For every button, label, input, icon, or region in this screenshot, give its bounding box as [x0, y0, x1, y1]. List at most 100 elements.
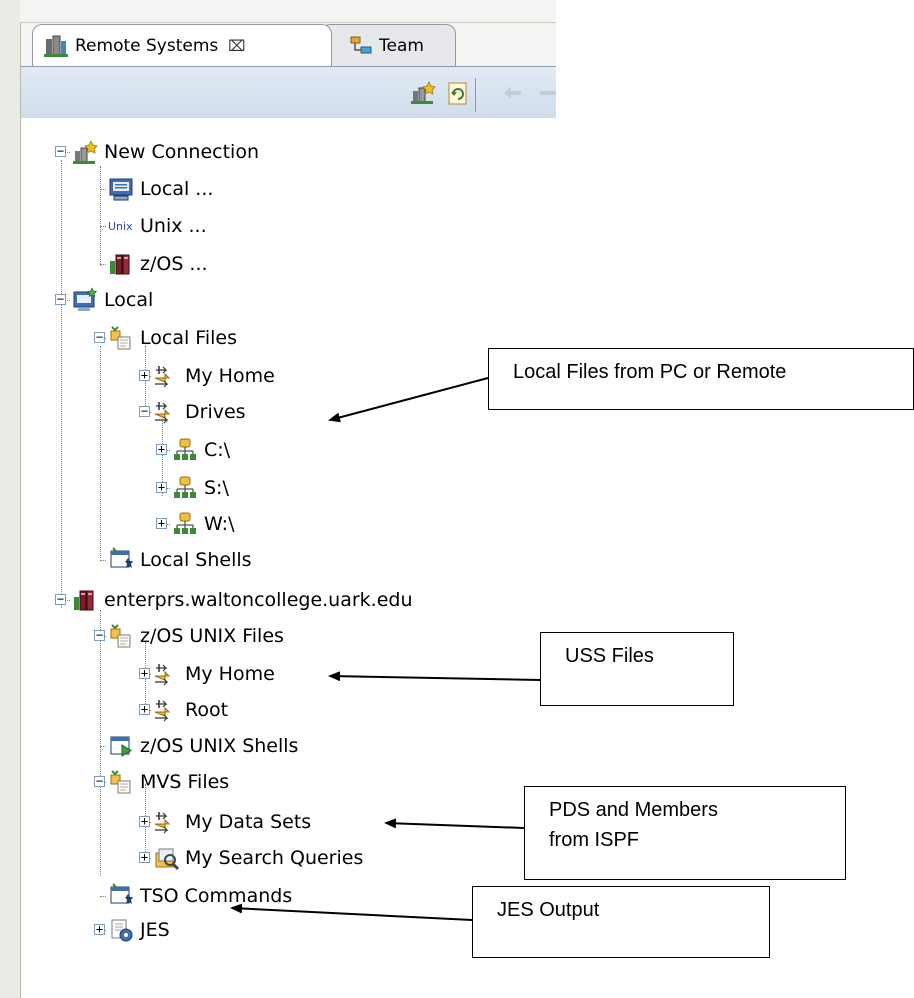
- tree-connector: [100, 560, 106, 561]
- tree-item-label: My Data Sets: [185, 811, 312, 833]
- tab-team[interactable]: Team: [320, 24, 456, 66]
- remote-systems-view: Remote Systems ⌧ Team − New Connection L…: [0, 0, 556, 998]
- monitor-icon: [109, 178, 133, 201]
- expand-icon[interactable]: +: [156, 443, 167, 455]
- expand-icon[interactable]: +: [139, 815, 150, 827]
- callout-pds-members: PDS and Members from ISPF: [524, 786, 846, 880]
- unix-icon: Unix: [108, 219, 133, 233]
- tree-item[interactable]: enterprs.waltoncollege.uark.edu: [72, 582, 413, 618]
- tree-connector: [100, 746, 106, 747]
- mainframe-icon: [74, 590, 94, 611]
- tree-item-label: Local: [104, 289, 154, 311]
- files-subsystem-icon: [110, 326, 131, 350]
- remote-systems-icon: [44, 35, 68, 57]
- forward-arrow-icon[interactable]: [540, 80, 556, 106]
- close-icon[interactable]: ⌧: [228, 37, 245, 55]
- tree-connector: [100, 226, 106, 227]
- callout-jes-output: JES Output: [472, 886, 770, 958]
- tree-item-label: S:\: [204, 477, 229, 499]
- tree-item-label: W:\: [204, 513, 235, 535]
- tree-item[interactable]: Unix Unix ...: [108, 208, 207, 244]
- new-connection-button-icon[interactable]: [410, 80, 436, 106]
- drive-icon: [174, 476, 196, 498]
- top-strip: [20, 0, 556, 23]
- files-subsystem-icon: [110, 770, 131, 794]
- expand-icon[interactable]: +: [94, 923, 105, 935]
- drive-icon: [174, 438, 196, 460]
- callout-uss-files: USS Files: [540, 632, 734, 706]
- filter-icon: [154, 402, 171, 424]
- filter-icon: [154, 664, 171, 686]
- expand-icon[interactable]: +: [139, 667, 150, 679]
- expand-icon[interactable]: +: [139, 369, 150, 381]
- team-icon: [350, 36, 372, 53]
- tree-item-label: z/OS UNIX Files: [140, 625, 284, 647]
- tree-item[interactable]: My Data Sets: [153, 804, 311, 840]
- tree-item-label: MVS Files: [140, 771, 230, 793]
- unix-shells-icon: [110, 736, 132, 757]
- tree-item-label: My Search Queries: [185, 847, 364, 869]
- expand-icon[interactable]: +: [139, 703, 150, 715]
- tree-item[interactable]: MVS Files: [108, 764, 229, 800]
- collapse-icon[interactable]: −: [94, 775, 105, 787]
- shells-icon: [110, 883, 133, 904]
- tree-item[interactable]: W:\: [172, 506, 234, 542]
- tree-item-label: Drives: [185, 401, 246, 423]
- tree-item[interactable]: My Home: [153, 656, 275, 692]
- tree-item-label: TSO Commands: [140, 885, 293, 907]
- tree-item-label: Local ...: [140, 178, 214, 200]
- tree-item[interactable]: Root: [153, 692, 228, 728]
- tree-item[interactable]: JES: [108, 912, 170, 948]
- tree-item-label: Root: [185, 699, 229, 721]
- expand-icon[interactable]: +: [139, 851, 150, 863]
- collapse-icon[interactable]: −: [94, 331, 105, 343]
- tree-item[interactable]: Drives: [153, 394, 246, 430]
- tree-item-label: New Connection: [104, 141, 259, 163]
- tree-item[interactable]: S:\: [172, 470, 229, 506]
- files-subsystem-icon: [110, 624, 131, 648]
- tree-item[interactable]: My Home: [153, 358, 275, 394]
- jes-icon: [111, 919, 133, 942]
- tree-connector: [100, 189, 106, 190]
- expand-icon[interactable]: +: [156, 481, 167, 493]
- tree-item[interactable]: z/OS UNIX Shells: [108, 728, 298, 764]
- collapse-icon[interactable]: −: [55, 145, 66, 157]
- refresh-button-icon[interactable]: [445, 80, 471, 106]
- tab-remote-systems[interactable]: Remote Systems ⌧: [32, 24, 332, 66]
- tab-remote-systems-label: Remote Systems: [75, 35, 219, 56]
- tree-item[interactable]: Local Shells: [108, 542, 252, 578]
- tab-team-label: Team: [379, 35, 424, 56]
- tree-connector: [61, 160, 62, 608]
- filter-icon: [154, 366, 171, 388]
- tree-item[interactable]: Local: [72, 282, 153, 318]
- left-panel-border: [0, 0, 21, 998]
- tree-item-label: Unix ...: [140, 215, 207, 237]
- tree-item[interactable]: Local ...: [108, 171, 213, 207]
- tree-item[interactable]: New Connection: [72, 134, 259, 170]
- drive-icon: [174, 512, 196, 534]
- collapse-icon[interactable]: −: [55, 293, 66, 305]
- collapse-icon[interactable]: −: [55, 593, 66, 605]
- shells-icon: [110, 547, 133, 568]
- tree-connector: [100, 264, 106, 265]
- search-queries-icon: [155, 848, 179, 871]
- tree-connector: [100, 346, 101, 558]
- expand-icon[interactable]: +: [156, 517, 167, 529]
- tree-connector: [100, 166, 101, 266]
- filter-icon: [154, 812, 171, 834]
- tree-item[interactable]: z/OS UNIX Files: [108, 618, 284, 654]
- tree-item[interactable]: Local Files: [108, 320, 237, 356]
- tree-connector: [100, 610, 101, 876]
- tree-item-label: Local Files: [140, 327, 237, 349]
- collapse-icon[interactable]: −: [94, 629, 105, 641]
- back-arrow-icon[interactable]: [500, 80, 526, 106]
- tree-item[interactable]: TSO Commands: [108, 878, 292, 914]
- tree-item[interactable]: My Search Queries: [153, 840, 363, 876]
- tree-item[interactable]: C:\: [172, 432, 230, 468]
- tree-connector: [100, 896, 106, 897]
- tree-item-label: JES: [140, 919, 170, 941]
- callout-local-files: Local Files from PC or Remote: [488, 348, 914, 410]
- collapse-icon[interactable]: −: [139, 405, 150, 417]
- mainframe-icon: [110, 254, 130, 275]
- tree-item[interactable]: z/OS ...: [108, 246, 208, 282]
